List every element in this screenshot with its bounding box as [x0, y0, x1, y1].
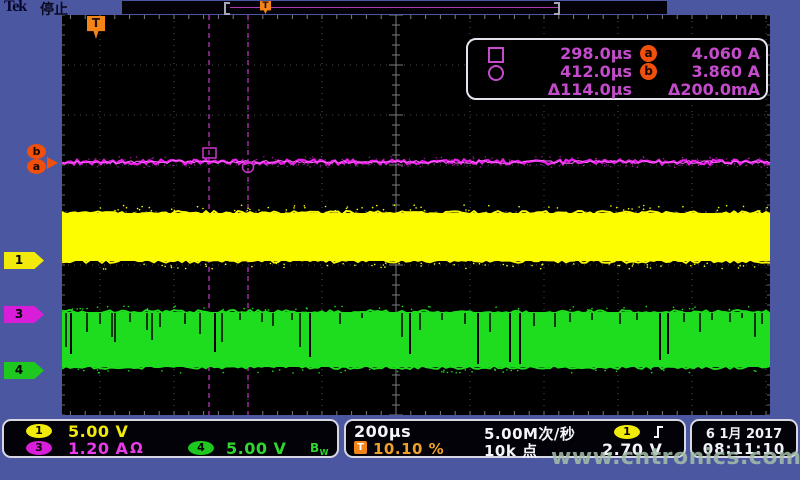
tek-logo: Tek [4, 0, 26, 16]
cursor-arrow-icon [47, 157, 58, 169]
record-trigger-icon: T [260, 1, 271, 14]
channel-scales-box: 1 5.00 V 3 1.20 A Ω 4 5.00 V BW [2, 419, 339, 458]
trigger-position-badge: T [354, 441, 367, 454]
cursor-a-time: 298.0µs [512, 44, 632, 63]
top-bar: Tek 停止 T [0, 0, 800, 15]
cursor-a-value: 4.060 A [658, 44, 760, 63]
cursor-a-badge: a [640, 45, 657, 62]
oscilloscope-screen: Tek 停止 T T b a 1 3 4 298.0µs 412.0µs Δ11… [0, 0, 800, 480]
ch3-ground-marker: 3 [4, 306, 44, 323]
cursor-b-value: 3.860 A [658, 62, 760, 81]
cursor-b-time: 412.0µs [512, 62, 632, 81]
record-window-left-bracket [224, 2, 230, 15]
cursor-b-marker: b [27, 144, 46, 159]
ch4-bandwidth-icon: BW [310, 441, 329, 457]
ch4-badge: 4 [188, 441, 214, 455]
circle-cursor-icon [488, 65, 504, 81]
record-view-bar: T [122, 1, 667, 14]
watermark: www.cntronics.com [551, 445, 800, 470]
ch3-badge: 3 [26, 441, 52, 455]
record-window-right-bracket [554, 2, 560, 15]
cursor-b-badge: b [640, 63, 657, 80]
trigger-position: 10.10 % [373, 440, 444, 458]
trigger-source-badge: 1 [614, 425, 640, 439]
cursor-delta-time: Δ114.0µs [512, 80, 632, 99]
cursor-readout-box: 298.0µs 412.0µs Δ114.0µs a b 4.060 A 3.8… [466, 38, 768, 100]
ch3-scale: 1.20 A [68, 439, 128, 458]
ch3-impedance: Ω [130, 439, 143, 457]
ch1-ground-marker: 1 [4, 252, 44, 269]
rising-edge-icon [652, 424, 666, 440]
cursor-delta-value: Δ200.0mA [658, 80, 760, 99]
ch4-scale: 5.00 V [226, 439, 286, 458]
ch1-badge: 1 [26, 424, 52, 438]
record-window-line [230, 7, 558, 8]
square-cursor-icon [488, 47, 504, 63]
cursor-a-marker: a [27, 159, 46, 174]
timebase: 200µs [354, 422, 411, 441]
ch4-ground-marker: 4 [4, 362, 44, 379]
record-length: 10k 点 [484, 440, 538, 461]
